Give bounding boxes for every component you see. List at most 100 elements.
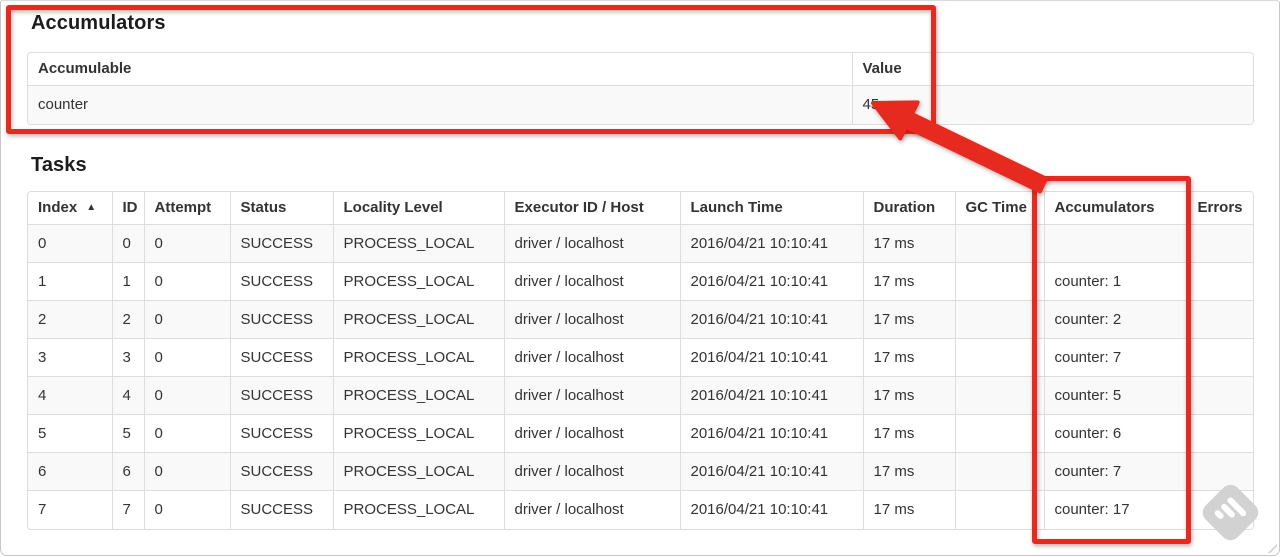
status-cell: SUCCESS <box>229 224 333 263</box>
table-row: 7 7 0 SUCCESS PROCESS_LOCAL driver / localhos… <box>28 490 1253 529</box>
errors-cell <box>1186 300 1253 339</box>
column-header-errors[interactable]: Errors <box>1186 192 1253 225</box>
index-cell: 0 <box>28 224 112 263</box>
duration-cell: 17 ms <box>862 376 955 415</box>
accumulators-cell: counter: 7 <box>1043 338 1187 377</box>
status-cell: SUCCESS <box>229 452 333 491</box>
accumulators-cell: counter: 17 <box>1043 490 1187 529</box>
id-cell: 3 <box>111 338 144 377</box>
executor-id-host-cell: driver / localhost <box>503 300 680 339</box>
index-cell: 1 <box>28 262 112 301</box>
launch-time-cell: 2016/04/21 10:10:41 <box>679 224 863 263</box>
table-row: 1 1 0 SUCCESS PROCESS_LOCAL driver / localhos… <box>28 262 1253 301</box>
locality-level-cell: PROCESS_LOCAL <box>332 262 504 301</box>
locality-level-cell: PROCESS_LOCAL <box>332 300 504 339</box>
tasks-table-body: 0 0 0 SUCCESS PROCESS_LOCAL driver / localhos… <box>28 224 1253 529</box>
gc-time-cell <box>954 452 1044 491</box>
column-header-gc-time[interactable]: GC Time <box>954 192 1044 225</box>
accumulators-cell: counter: 2 <box>1043 300 1187 339</box>
accumulators-table-header: Accumulable Value <box>28 53 1253 86</box>
executor-id-host-cell: driver / localhost <box>503 452 680 491</box>
accumulators-cell: counter: 6 <box>1043 414 1187 453</box>
executor-id-host-cell: driver / localhost <box>503 414 680 453</box>
errors-cell <box>1186 414 1253 453</box>
status-cell: SUCCESS <box>229 414 333 453</box>
value-cell: 45 <box>851 85 1253 124</box>
duration-cell: 17 ms <box>862 414 955 453</box>
executor-id-host-cell: driver / localhost <box>503 262 680 301</box>
accumulators-cell: counter: 5 <box>1043 376 1187 415</box>
table-row: 5 5 0 SUCCESS PROCESS_LOCAL driver / localhos… <box>28 414 1253 453</box>
gc-time-cell <box>954 490 1044 529</box>
duration-cell: 17 ms <box>862 338 955 377</box>
column-header-launch-time[interactable]: Launch Time <box>679 192 863 225</box>
duration-cell: 17 ms <box>862 452 955 491</box>
accumulators-table-body: counter 45 <box>28 85 1253 124</box>
window-resize-corner <box>1265 541 1277 553</box>
column-header-attempt[interactable]: Attempt <box>143 192 230 225</box>
accumulators-table: Accumulable Value counter 45 <box>27 52 1254 125</box>
status-cell: SUCCESS <box>229 490 333 529</box>
column-header-duration[interactable]: Duration <box>862 192 955 225</box>
attempt-cell: 0 <box>143 376 230 415</box>
launch-time-cell: 2016/04/21 10:10:41 <box>679 490 863 529</box>
launch-time-cell: 2016/04/21 10:10:41 <box>679 300 863 339</box>
executor-id-host-cell: driver / localhost <box>503 376 680 415</box>
index-cell: 6 <box>28 452 112 491</box>
executor-id-host-cell: driver / localhost <box>503 338 680 377</box>
column-header-executor-id-host[interactable]: Executor ID / Host <box>503 192 680 225</box>
status-cell: SUCCESS <box>229 376 333 415</box>
accumulators-cell: counter: 7 <box>1043 452 1187 491</box>
locality-level-cell: PROCESS_LOCAL <box>332 452 504 491</box>
attempt-cell: 0 <box>143 414 230 453</box>
id-cell: 5 <box>111 414 144 453</box>
locality-level-cell: PROCESS_LOCAL <box>332 490 504 529</box>
spark-ui-page: Accumulators Accumulable Value counter 45 … <box>0 0 1280 556</box>
column-header-accumulators[interactable]: Accumulators <box>1043 192 1187 225</box>
accumulable-cell: counter <box>28 85 852 124</box>
table-row: counter 45 <box>28 85 1253 124</box>
accumulators-section-heading: Accumulators <box>31 12 166 34</box>
column-header-status[interactable]: Status <box>229 192 333 225</box>
column-header-locality-level[interactable]: Locality Level <box>332 192 504 225</box>
table-row: 2 2 0 SUCCESS PROCESS_LOCAL driver / localhos… <box>28 300 1253 339</box>
gc-time-cell <box>954 338 1044 377</box>
header-row: Accumulable Value <box>28 53 1253 86</box>
index-cell: 4 <box>28 376 112 415</box>
attempt-cell: 0 <box>143 224 230 263</box>
sort-ascending-icon: ▲ <box>86 202 97 213</box>
column-header-id[interactable]: ID <box>111 192 144 225</box>
id-cell: 2 <box>111 300 144 339</box>
attempt-cell: 0 <box>143 490 230 529</box>
attempt-cell: 0 <box>143 338 230 377</box>
launch-time-cell: 2016/04/21 10:10:41 <box>679 376 863 415</box>
tasks-table: Index ▲ ID Attempt Status Locality Level Execu… <box>27 191 1254 530</box>
status-cell: SUCCESS <box>229 300 333 339</box>
attempt-cell: 0 <box>143 262 230 301</box>
launch-time-cell: 2016/04/21 10:10:41 <box>679 414 863 453</box>
column-header-index[interactable]: Index ▲ <box>28 192 112 225</box>
status-cell: SUCCESS <box>229 262 333 301</box>
duration-cell: 17 ms <box>862 262 955 301</box>
tasks-section-heading: Tasks <box>31 154 87 176</box>
executor-id-host-cell: driver / localhost <box>503 224 680 263</box>
locality-level-cell: PROCESS_LOCAL <box>332 376 504 415</box>
launch-time-cell: 2016/04/21 10:10:41 <box>679 452 863 491</box>
duration-cell: 17 ms <box>862 300 955 339</box>
launch-time-cell: 2016/04/21 10:10:41 <box>679 262 863 301</box>
attempt-cell: 0 <box>143 300 230 339</box>
errors-cell <box>1186 262 1253 301</box>
column-header-value: Value <box>851 53 1253 86</box>
launch-time-cell: 2016/04/21 10:10:41 <box>679 338 863 377</box>
id-cell: 1 <box>111 262 144 301</box>
duration-cell: 17 ms <box>862 490 955 529</box>
errors-cell <box>1186 452 1253 491</box>
tasks-table-header: Index ▲ ID Attempt Status Locality Level Execu… <box>28 192 1253 225</box>
accumulators-cell <box>1043 224 1187 263</box>
status-cell: SUCCESS <box>229 338 333 377</box>
gc-time-cell <box>954 262 1044 301</box>
gc-time-cell <box>954 414 1044 453</box>
duration-cell: 17 ms <box>862 224 955 263</box>
table-row: 6 6 0 SUCCESS PROCESS_LOCAL driver / localhos… <box>28 452 1253 491</box>
id-cell: 7 <box>111 490 144 529</box>
